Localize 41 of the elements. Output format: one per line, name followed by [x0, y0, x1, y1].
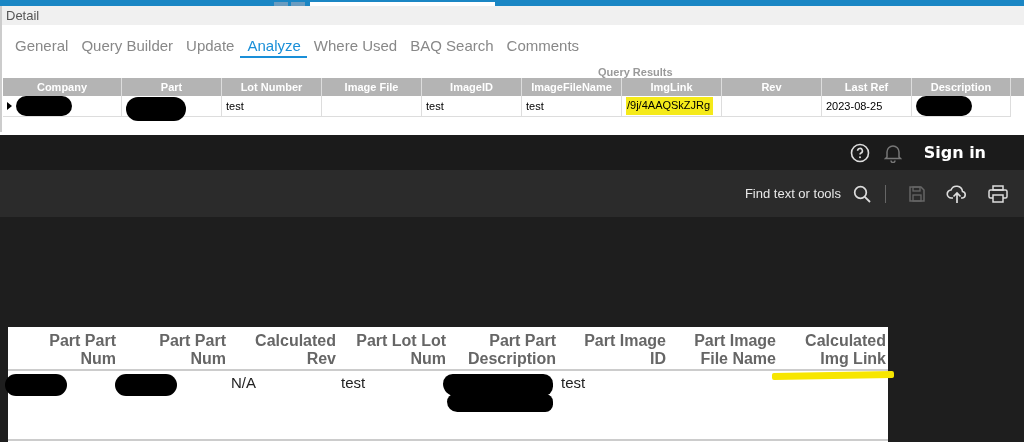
column-header[interactable]: ImgLink: [622, 78, 722, 96]
column-header: Part Lot Lot Num: [355, 332, 446, 369]
table-cell: test: [561, 374, 586, 391]
table-cell: test: [341, 374, 366, 391]
table-cell: N/A: [231, 374, 256, 391]
table-cell: test: [226, 100, 244, 112]
tab[interactable]: General: [8, 35, 75, 58]
column-header[interactable]: Last Ref: [822, 78, 912, 96]
column-header: Part Image ID: [583, 332, 666, 369]
sign-in-button[interactable]: Sign in: [915, 143, 986, 162]
bell-icon[interactable]: [883, 142, 902, 163]
column-header: Part Part Num: [48, 332, 116, 369]
column-header[interactable]: ImageID: [422, 78, 522, 96]
tab[interactable]: Update: [179, 35, 241, 58]
tab[interactable]: Analyze: [240, 35, 307, 58]
cloud-upload-icon[interactable]: [946, 183, 968, 204]
column-header[interactable]: ImageFileName: [522, 78, 622, 96]
search-icon[interactable]: [853, 184, 871, 203]
column-header[interactable]: Rev: [722, 78, 822, 96]
column-header: Part Image File Name: [693, 332, 776, 369]
tab[interactable]: Comments: [499, 35, 586, 58]
column-header[interactable]: Part: [122, 78, 222, 96]
tab[interactable]: Query Builder: [74, 35, 180, 58]
table-cell: test: [526, 100, 544, 112]
find-button[interactable]: Find text or tools: [744, 186, 841, 201]
column-header: Calculated Img Link: [804, 332, 886, 369]
panel-title: Detail: [2, 6, 1024, 25]
printer-icon[interactable]: [988, 184, 1008, 203]
column-header[interactable]: Image File: [322, 78, 422, 96]
help-icon[interactable]: [849, 142, 870, 163]
table-cell: 2023-08-25: [826, 100, 883, 112]
column-header: Part Part Description: [467, 332, 556, 369]
tab[interactable]: Where Used: [306, 35, 404, 58]
grid-title: Query Results: [597, 65, 674, 78]
table-cell: /9j/4AAQSkZJRg: [626, 97, 714, 115]
table-cell: test: [426, 100, 444, 112]
column-header: Part Part Num: [158, 332, 226, 369]
input-field[interactable]: [310, 2, 495, 6]
column-header[interactable]: Lot Number: [222, 78, 322, 96]
tab[interactable]: BAQ Search: [403, 35, 500, 58]
column-header: Calculated Rev: [254, 332, 336, 369]
